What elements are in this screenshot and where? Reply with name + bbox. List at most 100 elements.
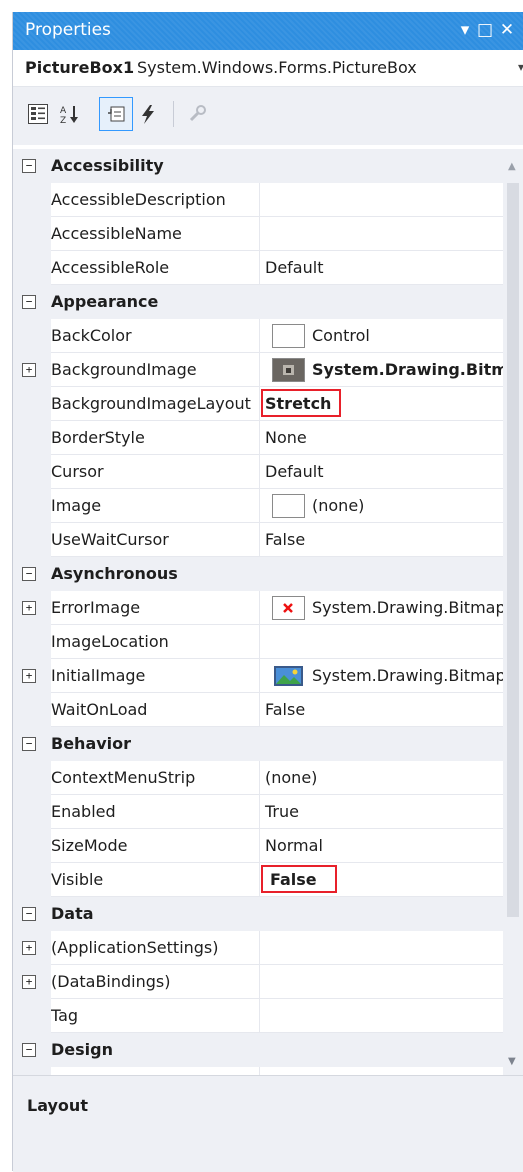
collapse-icon[interactable]: − [22,1043,36,1057]
value-text: Control [312,326,370,345]
row-gutter [13,999,51,1033]
title-bar: Properties ▾ □ ✕ [13,12,523,50]
property-name: AccessibleRole [51,251,259,285]
property-value[interactable]: (none) [260,761,503,795]
property-pages-icon[interactable] [181,97,215,131]
row-gutter [13,319,51,353]
property-value[interactable] [260,999,503,1033]
property-value[interactable]: PictureBox1 [260,1067,503,1075]
collapse-icon[interactable]: − [22,907,36,921]
property-row[interactable]: WaitOnLoad False [13,693,503,727]
object-selector[interactable]: PictureBox1 System.Windows.Forms.Picture… [13,50,523,87]
property-row[interactable]: Image (none) [13,489,503,523]
properties-icon[interactable] [99,97,133,131]
property-row[interactable]: Enabled True [13,795,503,829]
chevron-down-icon[interactable]: ▾ [518,60,523,74]
property-value[interactable]: False [260,523,503,557]
property-row[interactable]: BackgroundImageLayout Stretch [13,387,503,421]
category-label: Design [51,1040,113,1059]
property-value[interactable]: System.Drawing.Bitmap [260,353,503,387]
alphabetical-icon[interactable]: A Z [53,97,87,131]
category-row[interactable]: − Asynchronous [13,557,503,591]
property-name: ContextMenuStrip [51,761,259,795]
property-row[interactable]: Tag [13,999,503,1033]
property-row[interactable]: (Name) PictureBox1 [13,1067,503,1075]
property-row[interactable]: Cursor Default [13,455,503,489]
property-row[interactable]: ContextMenuStrip (none) [13,761,503,795]
row-gutter [13,183,51,217]
scrollbar-thumb[interactable] [507,183,519,917]
value-text: (none) [312,496,365,515]
property-row[interactable]: + InitialImage System.Drawing.Bitmap [13,659,503,693]
property-value[interactable]: (none) [260,489,503,523]
row-gutter [13,217,51,251]
close-icon[interactable]: ✕ [497,18,517,42]
scroll-up-icon[interactable]: ▲ [508,161,516,172]
categorized-icon[interactable] [21,97,55,131]
properties-window: Properties ▾ □ ✕ PictureBox1 System.Wind… [12,12,523,1172]
row-gutter [13,251,51,285]
category-row[interactable]: − Accessibility [13,149,503,183]
dropdown-arrow-icon[interactable]: ▾ [455,18,475,42]
property-value[interactable]: False [260,693,503,727]
category-row[interactable]: − Behavior [13,727,503,761]
property-value[interactable]: Default [260,455,503,489]
row-gutter [13,489,51,523]
image-thumbnail-icon [272,358,305,382]
property-name: AccessibleName [51,217,259,251]
svg-text:Z: Z [60,116,66,125]
expand-icon[interactable]: + [22,669,36,683]
events-icon[interactable] [131,97,165,131]
value-text: False [265,700,306,719]
category-row[interactable]: − Design [13,1033,503,1067]
property-value[interactable]: True [260,795,503,829]
expand-icon[interactable]: + [22,941,36,955]
expand-icon[interactable]: + [22,601,36,615]
property-value[interactable]: System.Drawing.Bitmap [260,591,503,625]
property-row[interactable]: SizeMode Normal [13,829,503,863]
row-gutter [13,761,51,795]
category-row[interactable]: − Data [13,897,503,931]
property-value[interactable]: Normal [260,829,503,863]
scroll-down-icon[interactable]: ▼ [508,1056,516,1067]
category-label: Appearance [51,292,159,311]
property-value[interactable]: Stretch [260,387,503,421]
property-row[interactable]: UseWaitCursor False [13,523,503,557]
property-value[interactable] [260,965,503,999]
property-value[interactable]: Control [260,319,503,353]
row-gutter [13,693,51,727]
property-name: (ApplicationSettings) [51,931,259,965]
property-value[interactable] [260,183,503,217]
property-name: (DataBindings) [51,965,259,999]
property-value[interactable]: None [260,421,503,455]
property-value[interactable]: False [260,863,503,897]
collapse-icon[interactable]: − [22,159,36,173]
property-row[interactable]: AccessibleDescription [13,183,503,217]
property-name: WaitOnLoad [51,693,259,727]
property-row[interactable]: + ErrorImage System.Drawing.Bitmap [13,591,503,625]
collapse-icon[interactable]: − [22,295,36,309]
row-gutter [13,795,51,829]
property-row[interactable]: AccessibleName [13,217,503,251]
property-value[interactable] [260,931,503,965]
property-value[interactable]: System.Drawing.Bitmap [260,659,503,693]
vertical-scrollbar[interactable]: ▲ ▼ [503,149,523,1075]
property-row[interactable]: Visible False [13,863,503,897]
property-row[interactable]: BackColor Control [13,319,503,353]
property-row[interactable]: BorderStyle None [13,421,503,455]
property-value[interactable] [260,217,503,251]
property-row[interactable]: + (ApplicationSettings) [13,931,503,965]
svg-text:A: A [60,106,67,116]
collapse-icon[interactable]: − [22,737,36,751]
expand-icon[interactable]: + [22,975,36,989]
category-row[interactable]: − Appearance [13,285,503,319]
property-row[interactable]: ImageLocation [13,625,503,659]
property-row[interactable]: + BackgroundImage System.Drawing.Bitmap [13,353,503,387]
maximize-icon[interactable]: □ [475,18,495,42]
property-value[interactable]: Default [260,251,503,285]
property-row[interactable]: AccessibleRole Default [13,251,503,285]
expand-icon[interactable]: + [22,363,36,377]
property-value[interactable] [260,625,503,659]
property-row[interactable]: + (DataBindings) [13,965,503,999]
collapse-icon[interactable]: − [22,567,36,581]
